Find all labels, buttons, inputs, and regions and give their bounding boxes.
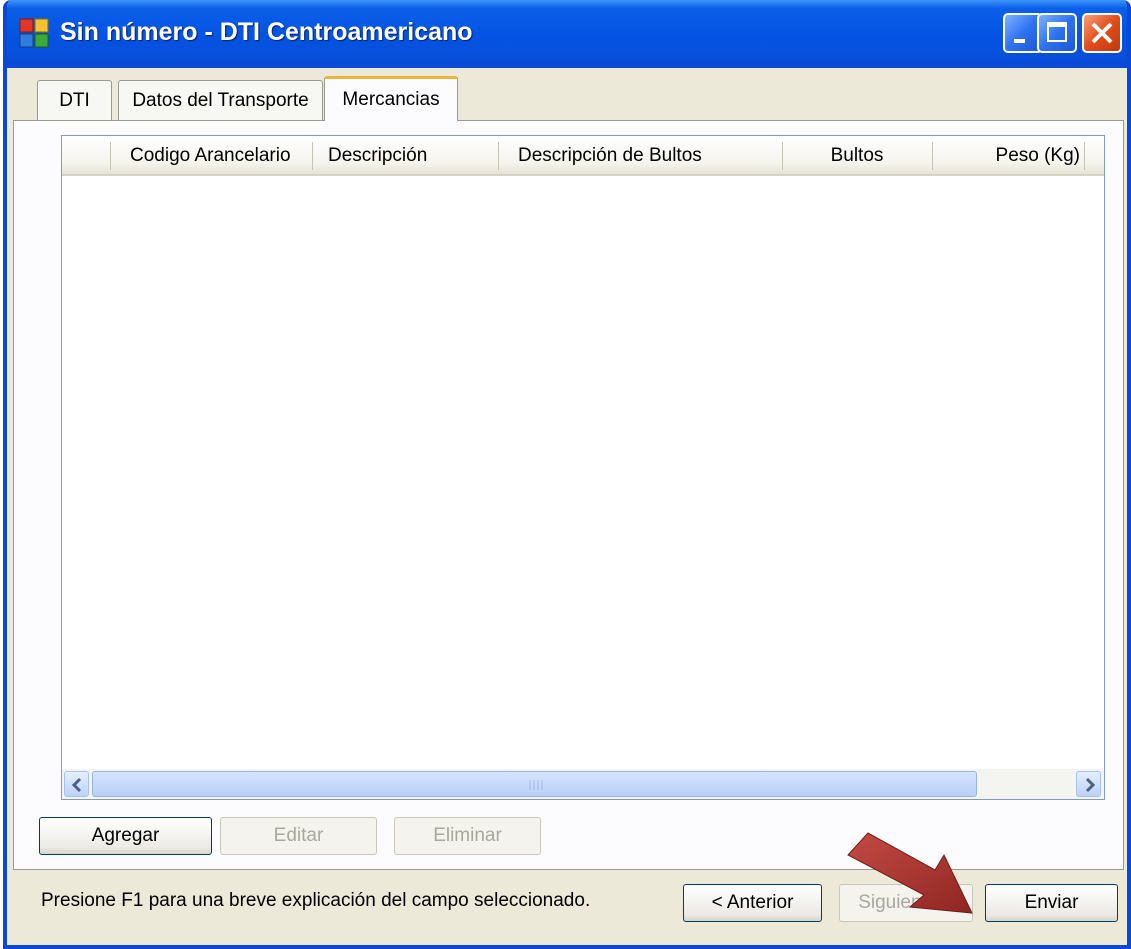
scroll-thumb[interactable]	[92, 771, 977, 797]
scroll-right-button[interactable]	[1076, 771, 1101, 797]
enviar-button[interactable]: Enviar	[985, 884, 1118, 922]
agregar-button[interactable]: Agregar	[39, 817, 212, 855]
column-separator	[1084, 142, 1085, 170]
column-header-codigo-arancelario[interactable]: Codigo Arancelario	[130, 136, 291, 176]
column-separator	[110, 142, 111, 170]
mercancias-panel: Codigo Arancelario Descripción Descripci…	[13, 120, 1124, 870]
tab-mercancias[interactable]: Mercancias	[324, 76, 458, 121]
help-hint: Presione F1 para una breve explicación d…	[41, 890, 591, 911]
column-header-descripcion[interactable]: Descripción	[328, 136, 427, 176]
grid-header: Codigo Arancelario Descripción Descripci…	[62, 136, 1104, 176]
column-separator	[782, 142, 783, 170]
window-title: Sin número - DTI Centroamericano	[60, 18, 473, 46]
close-icon	[1091, 22, 1113, 44]
anterior-button[interactable]: < Anterior	[683, 884, 822, 922]
editar-button[interactable]: Editar	[220, 817, 377, 855]
mercancias-grid[interactable]: Codigo Arancelario Descripción Descripci…	[61, 135, 1105, 800]
arrow-annotation-icon	[847, 832, 973, 914]
horizontal-scrollbar[interactable]	[62, 769, 1104, 799]
minimize-icon	[1014, 39, 1025, 43]
column-separator	[932, 142, 933, 170]
column-separator	[498, 142, 499, 170]
column-header-bultos[interactable]: Bultos	[797, 136, 917, 176]
column-header-descripcion-de-bultos[interactable]: Descripción de Bultos	[518, 136, 702, 176]
tab-datos-del-transporte[interactable]: Datos del Transporte	[118, 80, 323, 120]
tab-label: Datos del Transporte	[132, 89, 309, 111]
tab-label: Mercancias	[342, 89, 440, 110]
chevron-right-icon	[1085, 777, 1096, 793]
tab-label: DTI	[59, 89, 90, 111]
close-button[interactable]	[1082, 13, 1122, 53]
app-icon	[19, 18, 49, 48]
chevron-left-icon	[71, 777, 82, 793]
eliminar-button[interactable]: Eliminar	[394, 817, 541, 855]
column-header-peso[interactable]: Peso (Kg)	[940, 136, 1080, 176]
title-bar[interactable]: Sin número - DTI Centroamericano	[7, 0, 1127, 68]
tab-dti[interactable]: DTI	[37, 80, 112, 120]
maximize-button[interactable]	[1037, 13, 1077, 53]
scroll-left-button[interactable]	[64, 771, 89, 797]
grip-icon	[529, 780, 543, 790]
maximize-icon	[1047, 22, 1067, 42]
column-separator	[312, 142, 313, 170]
dti-window: Sin número - DTI Centroamericano DTI Dat…	[3, 0, 1131, 949]
